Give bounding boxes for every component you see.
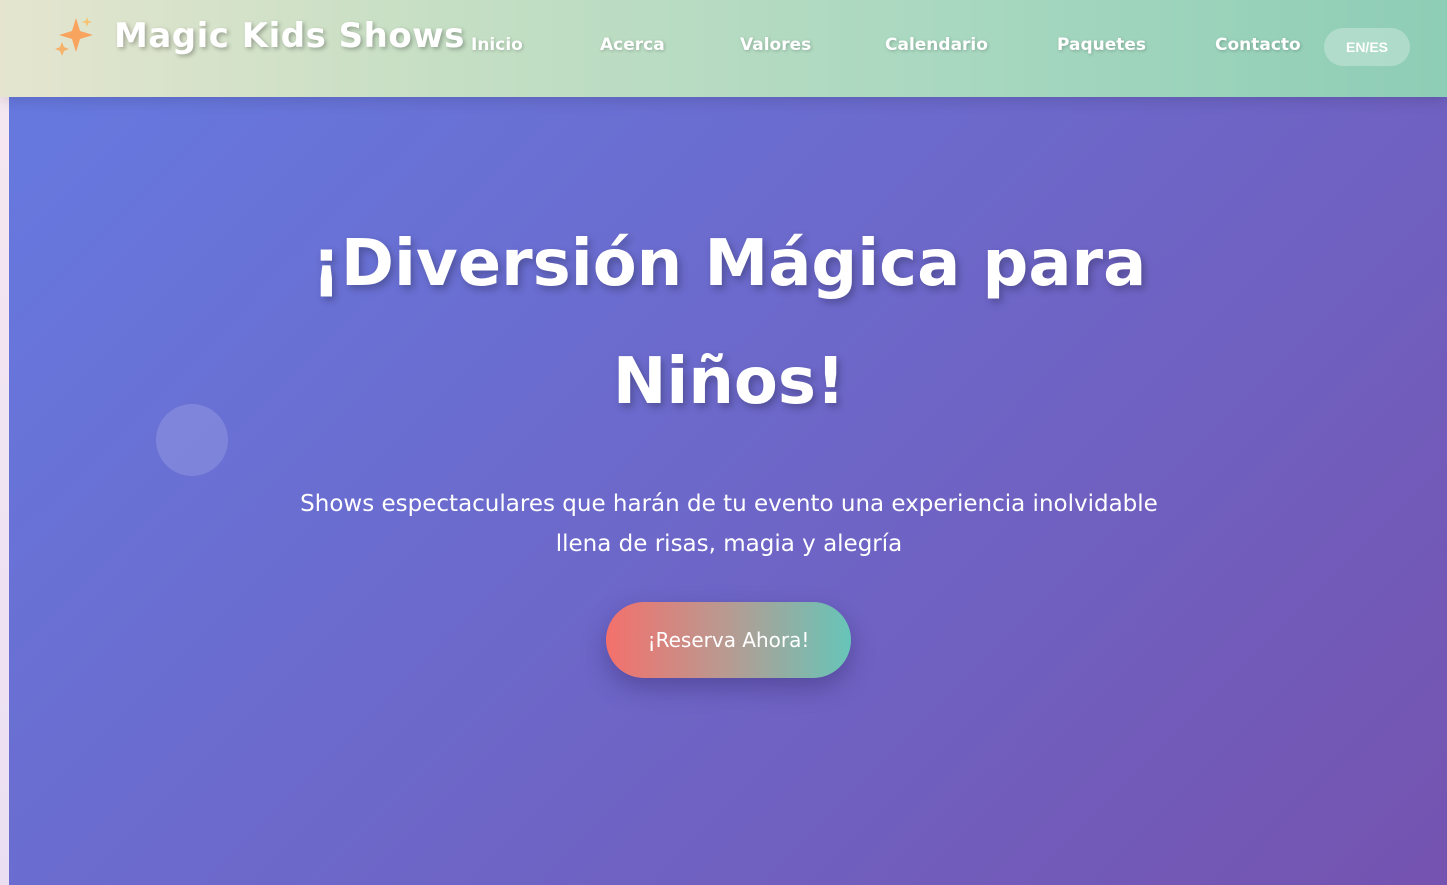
top-navigation-bar: Magic Kids Shows Inicio Acerca Valores C… — [0, 0, 1447, 97]
nav-link-calendario[interactable]: Calendario — [885, 35, 988, 55]
hero-section: ¡Diversión Mágica para Niños! Shows espe… — [9, 97, 1447, 885]
nav-link-paquetes[interactable]: Paquetes — [1057, 35, 1146, 55]
nav-link-inicio[interactable]: Inicio — [471, 35, 523, 55]
page: Magic Kids Shows Inicio Acerca Valores C… — [0, 0, 1447, 885]
hero-title: ¡Diversión Mágica para Niños! — [229, 205, 1229, 441]
hero-title-line-2: Niños! — [612, 345, 846, 419]
nav-link-acerca[interactable]: Acerca — [600, 35, 665, 55]
hero-subtitle: Shows espectaculares que harán de tu eve… — [279, 484, 1179, 564]
hero-subtitle-line-2: llena de risas, magia y alegría — [555, 531, 903, 557]
reserve-now-button[interactable]: ¡Reserva Ahora! — [606, 602, 851, 678]
sparkles-icon — [55, 17, 93, 56]
hero-title-line-1: ¡Diversión Mágica para — [311, 227, 1147, 301]
brand-title: Magic Kids Shows — [114, 16, 465, 56]
nav-link-contacto[interactable]: Contacto — [1215, 35, 1301, 55]
hero-subtitle-line-1: Shows espectaculares que harán de tu eve… — [300, 491, 1158, 517]
decorative-bubble — [156, 404, 228, 476]
language-toggle-button[interactable]: EN/ES — [1324, 28, 1410, 66]
nav-link-valores[interactable]: Valores — [740, 35, 811, 55]
brand[interactable]: Magic Kids Shows — [52, 14, 465, 58]
